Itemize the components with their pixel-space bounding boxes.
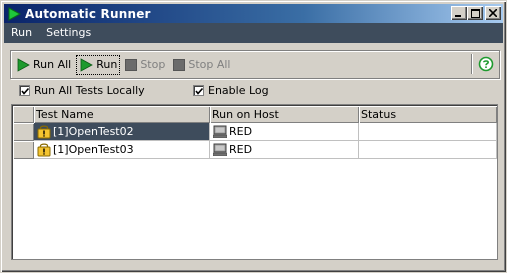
warning-lock-icon [37,143,51,157]
automatic-runner-window: Automatic Runner Run Settings Run All Ru… [0,0,507,273]
window-controls [451,6,501,20]
menu-bar: Run Settings [4,23,503,43]
run-label: Run [96,58,118,71]
host-name: RED [229,143,253,156]
title-bar[interactable]: Automatic Runner [4,4,503,23]
close-icon[interactable] [485,6,501,20]
table-header: Test Name Run on Host Status [13,106,497,123]
window-title: Automatic Runner [25,6,151,21]
status-cell[interactable] [359,123,497,141]
table-row[interactable]: [1]OpenTest02 RED [13,123,497,141]
run-all-label: Run All [33,58,72,71]
stop-all-label: Stop All [188,58,231,71]
run-locally-label: Run All Tests Locally [34,84,145,97]
toolbar: Run All Run Stop Stop All [10,50,500,79]
test-name-cell[interactable]: [1]OpenTest02 [34,123,210,141]
run-locally-checkbox[interactable]: Run All Tests Locally [19,84,145,97]
run-button[interactable]: Run [76,54,121,75]
computer-icon [213,125,227,138]
host-cell[interactable]: RED [210,141,359,159]
row-header[interactable] [13,123,34,141]
row-header[interactable] [13,141,34,159]
computer-icon [213,143,227,156]
column-header-test-name[interactable]: Test Name [34,106,210,123]
green-play-icon [6,6,22,22]
test-name: [1]OpenTest03 [53,143,134,156]
options-row: Run All Tests Locally Enable Log [19,84,499,98]
row-header-corner [13,106,34,123]
minimize-icon[interactable] [451,6,467,20]
play-icon [16,57,30,72]
test-name: [1]OpenTest02 [53,125,134,138]
stop-icon [125,58,138,71]
toolbar-separator [471,54,473,74]
table-row[interactable]: [1]OpenTest03 RED [13,141,497,159]
host-cell[interactable]: RED [210,123,359,141]
stop-icon [173,58,186,71]
checkbox-box[interactable] [193,85,204,96]
maximize-icon[interactable] [467,6,483,20]
column-header-run-on-host[interactable]: Run on Host [210,106,359,123]
host-name: RED [229,125,253,138]
warning-lock-icon [37,125,51,139]
run-all-button[interactable]: Run All [13,55,74,75]
play-icon [79,57,94,72]
stop-all-button[interactable]: Stop All [170,55,233,75]
test-name-cell[interactable]: [1]OpenTest03 [34,141,210,159]
menu-settings[interactable]: Settings [39,23,98,43]
column-header-status[interactable]: Status [359,106,497,123]
stop-button[interactable]: Stop [122,55,168,75]
stop-label: Stop [140,58,166,71]
status-cell[interactable] [359,141,497,159]
checkbox-box[interactable] [19,85,30,96]
enable-log-checkbox[interactable]: Enable Log [193,84,269,97]
tests-table: Test Name Run on Host Status [1]OpenTest… [11,104,498,260]
help-icon[interactable] [478,56,494,72]
menu-run[interactable]: Run [4,23,39,43]
enable-log-label: Enable Log [208,84,269,97]
